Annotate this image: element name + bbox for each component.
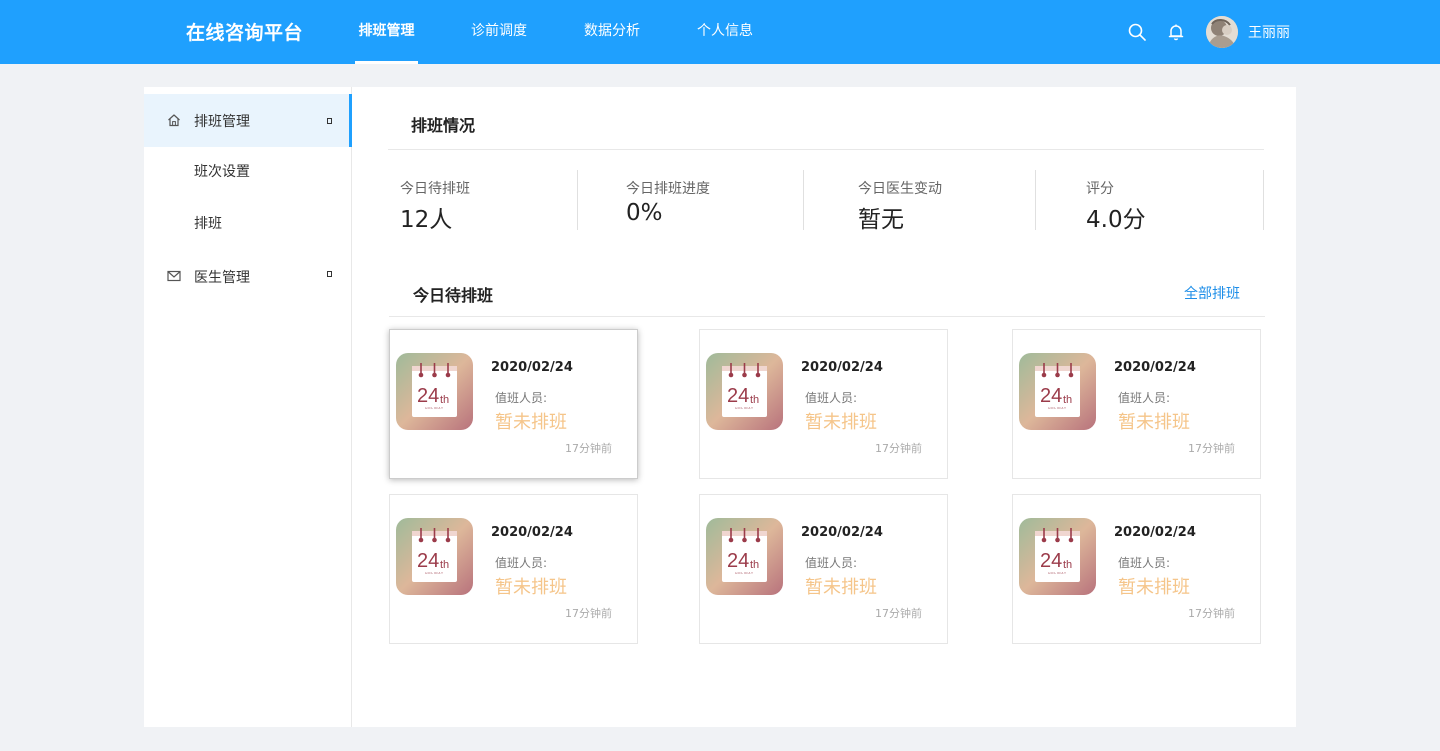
stat-label: 今日医生变动 — [858, 181, 942, 197]
search-icon[interactable] — [1127, 22, 1147, 42]
top-navbar: 在线咨询平台 排班管理 诊前调度 数据分析 个人信息 王丽丽 — [0, 0, 1440, 64]
nav-tab-analytics[interactable]: 数据分析 — [584, 0, 640, 64]
schedule-card[interactable]: 24 th HOLIDAY 2020/02/24 值班人员: 暂未排班 17分钟… — [1012, 494, 1261, 644]
svg-text:HOLIDAY: HOLIDAY — [735, 571, 754, 575]
card-status: 暂未排班 — [1118, 577, 1190, 598]
divider — [388, 149, 1264, 150]
sidebar-item-label: 排班 — [194, 216, 222, 232]
schedule-card[interactable]: 24 th HOLIDAY 2020/02/24 值班人员: 暂未排班 17分钟… — [389, 494, 638, 644]
svg-text:th: th — [440, 394, 449, 406]
sidebar-item-schedule-management[interactable]: 排班管理 — [144, 94, 353, 147]
calendar-icon: 24 th HOLIDAY — [1019, 518, 1096, 595]
card-timestamp: 17分钟前 — [1188, 607, 1235, 620]
all-schedules-link[interactable]: 全部排班 — [1184, 283, 1240, 303]
main-panel: 排班情况 今日待排班 12人 今日排班进度 0% 今日医生变动 暂无 评分 4.… — [352, 87, 1296, 727]
card-timestamp: 17分钟前 — [875, 607, 922, 620]
card-timestamp: 17分钟前 — [875, 442, 922, 455]
svg-text:24: 24 — [417, 385, 439, 407]
card-duty-label: 值班人员: — [495, 556, 548, 570]
svg-text:HOLIDAY: HOLIDAY — [1048, 571, 1067, 575]
schedule-card[interactable]: 24 th HOLIDAY 2020/02/24 值班人员: 暂未排班 17分钟… — [389, 329, 638, 479]
divider — [577, 170, 578, 230]
sidebar-item-doctor-management[interactable]: 医生管理 — [144, 250, 352, 303]
svg-text:th: th — [750, 559, 759, 571]
sidebar-item-label: 医生管理 — [194, 270, 250, 286]
stat-value: 暂无 — [858, 207, 904, 233]
home-icon — [168, 114, 180, 127]
sidebar-item-scheduling[interactable]: 排班 — [144, 196, 352, 249]
sidebar: 排班管理 班次设置 排班 医生管理 — [144, 87, 353, 727]
nav-tab-profile[interactable]: 个人信息 — [697, 0, 753, 64]
card-date: 2020/02/24 — [491, 525, 573, 540]
svg-text:24: 24 — [727, 550, 749, 572]
card-date: 2020/02/24 — [801, 525, 883, 540]
card-status: 暂未排班 — [495, 412, 567, 433]
card-date: 2020/02/24 — [801, 360, 883, 375]
stat-value: 0% — [626, 200, 663, 226]
card-timestamp: 17分钟前 — [1188, 442, 1235, 455]
sidebar-item-label: 排班管理 — [194, 114, 250, 130]
divider — [803, 170, 804, 230]
expand-caret-icon — [327, 118, 332, 124]
stat-label: 今日待排班 — [400, 181, 470, 197]
card-status: 暂未排班 — [495, 577, 567, 598]
card-status: 暂未排班 — [805, 577, 877, 598]
nav-tab-triage[interactable]: 诊前调度 — [471, 0, 527, 64]
card-duty-label: 值班人员: — [1118, 556, 1171, 570]
overview-title: 排班情况 — [411, 116, 476, 135]
svg-text:th: th — [1063, 394, 1072, 406]
stat-value: 4.0分 — [1086, 207, 1146, 233]
svg-text:HOLIDAY: HOLIDAY — [735, 406, 754, 410]
card-duty-label: 值班人员: — [805, 556, 858, 570]
app-title: 在线咨询平台 — [186, 22, 304, 44]
svg-text:HOLIDAY: HOLIDAY — [1048, 406, 1067, 410]
calendar-icon: 24 th HOLIDAY — [1019, 353, 1096, 430]
bell-icon[interactable] — [1166, 22, 1186, 42]
avatar[interactable] — [1206, 16, 1238, 48]
schedule-card[interactable]: 24 th HOLIDAY 2020/02/24 值班人员: 暂未排班 17分钟… — [1012, 329, 1261, 479]
card-timestamp: 17分钟前 — [565, 442, 612, 455]
svg-text:th: th — [1063, 559, 1072, 571]
card-duty-label: 值班人员: — [805, 391, 858, 405]
pending-title: 今日待排班 — [413, 286, 494, 305]
svg-text:HOLIDAY: HOLIDAY — [425, 406, 444, 410]
svg-text:24: 24 — [727, 385, 749, 407]
card-timestamp: 17分钟前 — [565, 607, 612, 620]
card-duty-label: 值班人员: — [1118, 391, 1171, 405]
calendar-icon: 24 th HOLIDAY — [396, 518, 473, 595]
svg-text:24: 24 — [1040, 385, 1062, 407]
svg-text:24: 24 — [417, 550, 439, 572]
stat-value: 12人 — [400, 207, 453, 233]
svg-text:th: th — [750, 394, 759, 406]
card-duty-label: 值班人员: — [495, 391, 548, 405]
calendar-icon: 24 th HOLIDAY — [396, 353, 473, 430]
username[interactable]: 王丽丽 — [1248, 22, 1290, 42]
svg-text:HOLIDAY: HOLIDAY — [425, 571, 444, 575]
card-status: 暂未排班 — [805, 412, 877, 433]
divider — [389, 316, 1265, 317]
card-date: 2020/02/24 — [1114, 360, 1196, 375]
stat-label: 评分 — [1086, 181, 1114, 197]
svg-text:th: th — [440, 559, 449, 571]
card-date: 2020/02/24 — [491, 360, 573, 375]
divider — [1035, 170, 1036, 230]
expand-caret-icon — [327, 271, 332, 277]
card-date: 2020/02/24 — [1114, 525, 1196, 540]
nav-tab-schedule[interactable]: 排班管理 — [355, 0, 418, 64]
sidebar-item-shift-settings[interactable]: 班次设置 — [144, 144, 352, 197]
calendar-icon: 24 th HOLIDAY — [706, 518, 783, 595]
stat-label: 今日排班进度 — [626, 181, 710, 197]
mail-icon — [167, 270, 181, 282]
schedule-card[interactable]: 24 th HOLIDAY 2020/02/24 值班人员: 暂未排班 17分钟… — [699, 494, 948, 644]
schedule-card[interactable]: 24 th HOLIDAY 2020/02/24 值班人员: 暂未排班 17分钟… — [699, 329, 948, 479]
svg-text:24: 24 — [1040, 550, 1062, 572]
card-status: 暂未排班 — [1118, 412, 1190, 433]
sidebar-item-label: 班次设置 — [194, 164, 250, 180]
calendar-icon: 24 th HOLIDAY — [706, 353, 783, 430]
divider — [1263, 170, 1264, 230]
